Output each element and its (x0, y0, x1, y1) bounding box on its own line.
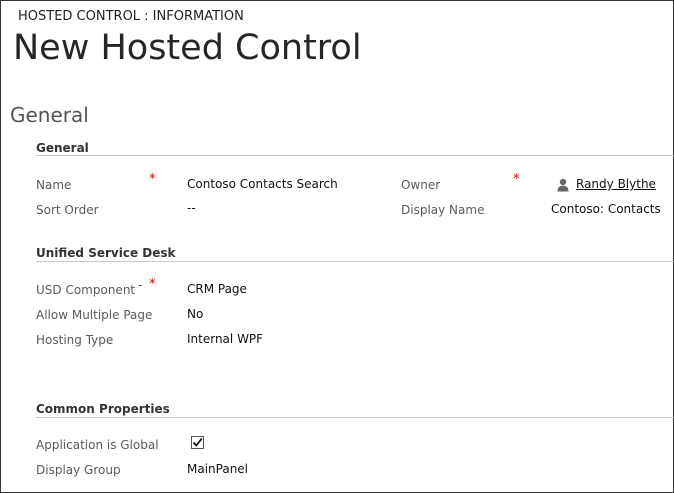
checkmark-icon (192, 437, 203, 447)
display-group-field[interactable]: MainPanel (187, 462, 248, 476)
required-marker: * (513, 172, 520, 187)
application-global-label: Application is Global (36, 438, 159, 452)
application-global-checkbox[interactable] (191, 436, 204, 449)
display-name-field[interactable]: Contoso: Contacts (551, 202, 661, 216)
name-label: Name (36, 178, 72, 192)
hosting-type-field[interactable]: Internal WPF (187, 332, 263, 346)
sort-order-field[interactable]: -- (187, 201, 196, 215)
owner-link[interactable]: Randy Blythe (576, 177, 656, 191)
owner-label: Owner (401, 178, 441, 192)
section-title-common[interactable]: Common Properties (36, 402, 170, 416)
tab-title-general[interactable]: General (10, 103, 89, 127)
section-title-general[interactable]: General (36, 141, 89, 155)
breadcrumb: HOSTED CONTROL : INFORMATION (18, 9, 244, 24)
sort-order-label: Sort Order (36, 203, 99, 217)
section-divider (36, 417, 674, 418)
person-icon (557, 177, 569, 192)
required-marker: * (149, 172, 156, 187)
owner-field[interactable]: Randy Blythe (576, 177, 656, 191)
allow-multiple-pages-label: Allow Multiple Pages (36, 308, 152, 322)
section-title-usd[interactable]: Unified Service Desk (36, 246, 176, 260)
name-field[interactable]: Contoso Contacts Search (187, 177, 338, 191)
component-type-label: USD Component Type (36, 283, 142, 297)
page-title: New Hosted Control (13, 28, 362, 68)
display-group-label: Display Group (36, 463, 121, 477)
required-marker: * (149, 277, 156, 292)
component-type-field[interactable]: CRM Page (187, 282, 247, 296)
section-divider (36, 261, 674, 262)
section-divider (36, 155, 674, 156)
display-name-label: Display Name (401, 203, 485, 217)
hosting-type-label: Hosting Type (36, 333, 114, 347)
allow-multiple-pages-field[interactable]: No (187, 307, 203, 321)
